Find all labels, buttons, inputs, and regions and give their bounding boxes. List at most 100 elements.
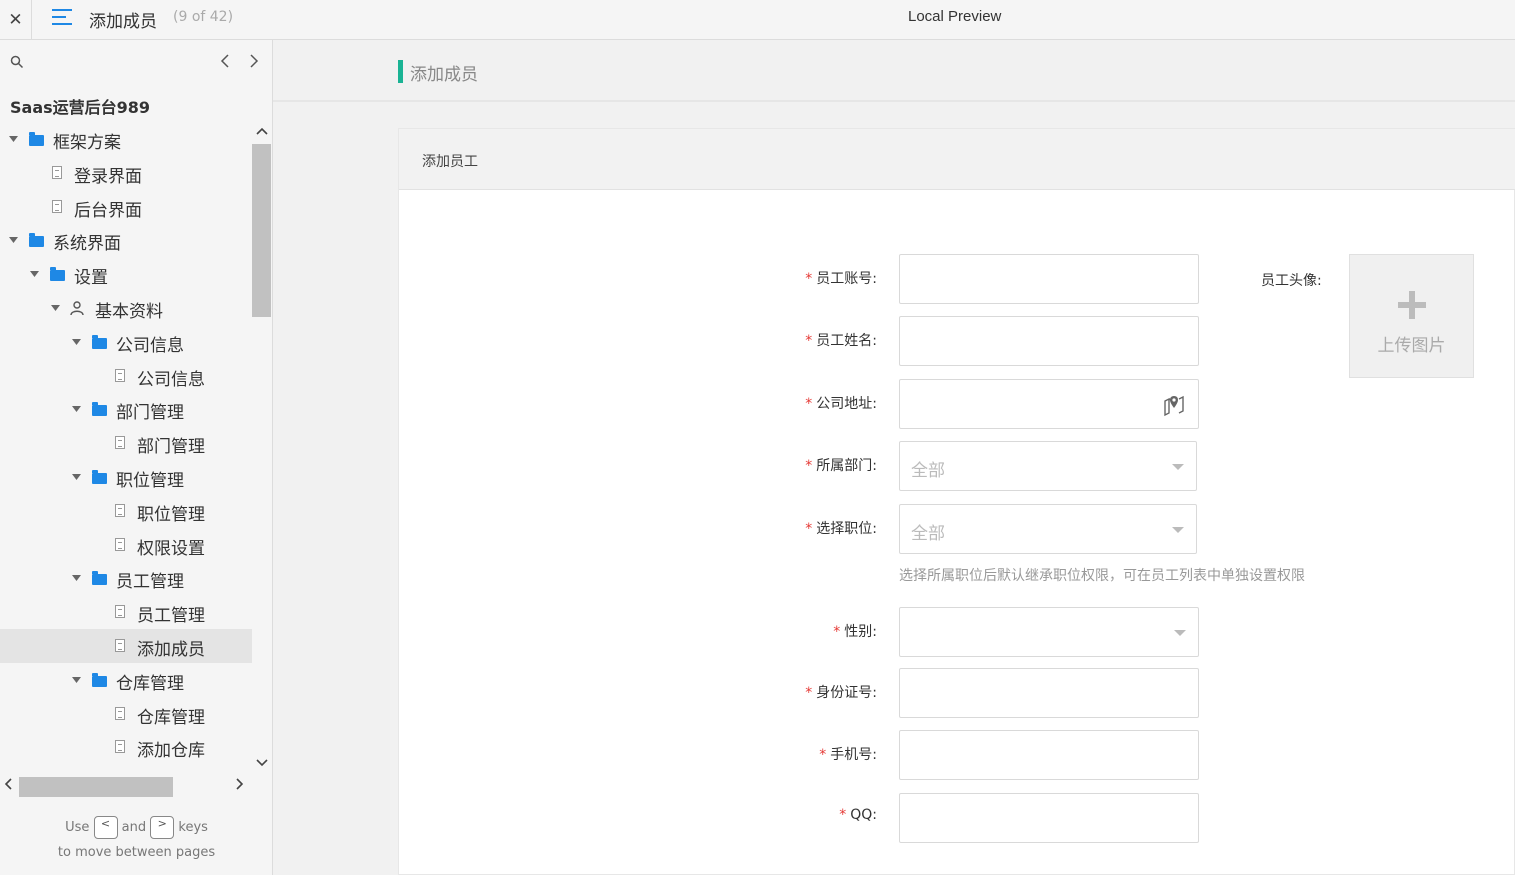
dropdown-arrow-icon: [1172, 464, 1184, 470]
chevron-left-icon: [220, 54, 229, 68]
caret-down-icon[interactable]: [71, 675, 81, 685]
tree-item-page[interactable]: 登录界面: [0, 156, 252, 190]
plus-icon: [1398, 291, 1426, 319]
field-label: * 性别:: [677, 621, 877, 641]
tree-item-label: 职位管理: [137, 504, 205, 525]
tree-item-folder[interactable]: 公司信息: [0, 325, 252, 359]
text-input[interactable]: [899, 668, 1199, 718]
caret-down-icon[interactable]: [8, 134, 18, 144]
tree-item-page[interactable]: 部门管理: [0, 426, 252, 460]
heading-bar: 添加成员: [273, 40, 1515, 102]
horizontal-scroll-thumb[interactable]: [19, 777, 173, 797]
page-icon: [115, 740, 125, 754]
field-label: * 公司地址:: [677, 393, 877, 413]
page-tree: 框架方案 登录界面 后台界面 系统界面 设置 基本资料 公司信息 公司信息 部门管理 部门管理 职位…: [0, 122, 252, 772]
tree-item-page[interactable]: 添加成员: [0, 629, 252, 663]
caret-down-icon[interactable]: [71, 573, 81, 583]
tree-item-label: 登录界面: [74, 166, 142, 187]
required-mark: *: [805, 685, 813, 701]
page-icon: [115, 537, 125, 551]
caret-down-icon[interactable]: [71, 472, 81, 482]
upload-text: 上传图片: [1377, 336, 1446, 356]
tree-item-page[interactable]: 添加仓库: [0, 730, 252, 764]
hint-and: and: [121, 820, 147, 835]
page-icon: [115, 436, 125, 450]
tree-item-label: 框架方案: [53, 133, 121, 153]
field-label-text: 选择职位:: [816, 521, 877, 537]
required-mark: *: [839, 807, 847, 823]
required-mark: *: [833, 624, 841, 640]
tree-item-folder[interactable]: 设置: [0, 257, 252, 291]
tree-item-label: 职位管理: [116, 471, 184, 491]
tree-item-page[interactable]: 权限设置: [0, 528, 252, 562]
caret-down-icon[interactable]: [8, 235, 18, 245]
chevron-right-icon: [250, 54, 259, 68]
tree-item-folder[interactable]: 职位管理: [0, 460, 252, 494]
field-label: * 手机号:: [677, 744, 877, 764]
position-helper-text: 选择所属职位后默认继承职位权限，可在员工列表中单独设置权限: [899, 568, 1305, 584]
tree-item-page[interactable]: 公司信息: [0, 359, 252, 393]
dropdown-arrow-icon: [1174, 630, 1186, 636]
required-mark: *: [805, 521, 813, 537]
caret-down-icon[interactable]: [71, 337, 81, 347]
tree-item-label: 系统界面: [53, 234, 121, 255]
tree-item-page[interactable]: 仓库管理: [0, 697, 252, 731]
folder-icon: [29, 233, 44, 248]
select-field[interactable]: 全部: [899, 441, 1197, 491]
prev-page-button[interactable]: [216, 51, 234, 71]
keyboard-hint: Use < and > keys to move between pages: [0, 815, 272, 865]
prev-key: <: [93, 816, 118, 839]
upload-image-button[interactable]: 上传图片: [1349, 254, 1474, 378]
select-field[interactable]: [899, 607, 1199, 657]
caret-down-icon[interactable]: [29, 269, 39, 279]
field-label-text: 性别:: [844, 624, 877, 640]
select-field[interactable]: 全部: [899, 504, 1197, 554]
tree-item-folder[interactable]: 框架方案: [0, 122, 252, 156]
folder-icon: [92, 571, 107, 586]
page-icon: [52, 199, 62, 213]
required-mark: *: [805, 333, 813, 349]
top-bar: ✕ 添加成员 (9 of 42) Local Preview: [0, 0, 1515, 40]
search-icon[interactable]: [10, 55, 24, 69]
vertical-scroll-thumb[interactable]: [252, 144, 271, 317]
person-icon: [70, 301, 84, 316]
select-value: 全部: [911, 461, 945, 481]
field-label: * 身份证号:: [677, 682, 877, 702]
tree-item-folder[interactable]: 仓库管理: [0, 663, 252, 697]
tree-item-page[interactable]: 后台界面: [0, 190, 252, 224]
main-content: 添加成员 添加员工 选择所属职位后默认继承职位权限，可在员工列表中单独设置权限 …: [273, 40, 1515, 875]
tree-item-page[interactable]: 员工管理: [0, 595, 252, 629]
page-icon: [52, 165, 62, 179]
text-input[interactable]: [899, 730, 1199, 780]
tree-item-folder[interactable]: 计量单位: [0, 764, 252, 772]
tree-item-label: 后台界面: [74, 200, 142, 221]
hint-use: Use: [65, 820, 90, 835]
required-mark: *: [805, 396, 813, 412]
field-label: * 员工姓名:: [677, 330, 877, 350]
text-input[interactable]: [899, 379, 1199, 429]
map-pin-icon[interactable]: [1162, 393, 1186, 417]
tree-item-label: 计量单位: [116, 770, 184, 772]
close-icon[interactable]: ✕: [0, 0, 32, 39]
field-label-text: 员工账号:: [816, 271, 877, 287]
menu-icon[interactable]: [52, 9, 72, 27]
caret-down-icon[interactable]: [50, 303, 60, 313]
tree-item-person[interactable]: 基本资料: [0, 291, 252, 325]
scroll-left-icon[interactable]: [4, 778, 12, 794]
scroll-right-icon[interactable]: [236, 778, 244, 794]
scroll-down-icon[interactable]: [256, 756, 268, 770]
text-input[interactable]: [899, 316, 1199, 366]
tree-item-folder[interactable]: 员工管理: [0, 561, 252, 595]
next-page-button[interactable]: [245, 51, 263, 71]
tree-item-folder[interactable]: 部门管理: [0, 392, 252, 426]
page-icon: [115, 639, 125, 652]
tree-item-page[interactable]: 职位管理: [0, 494, 252, 528]
tree-item-folder[interactable]: 系统界面: [0, 223, 252, 257]
page-icon: [115, 503, 125, 517]
caret-down-icon[interactable]: [71, 404, 81, 414]
text-input[interactable]: [899, 254, 1199, 304]
field-label-text: 身份证号:: [816, 685, 877, 701]
text-input[interactable]: [899, 793, 1199, 843]
scroll-up-icon[interactable]: [256, 124, 268, 138]
tree-item-label: 员工管理: [116, 572, 184, 593]
